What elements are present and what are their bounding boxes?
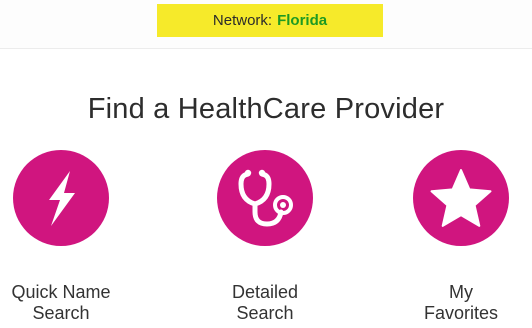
detailed-search-label[interactable]: Detailed Search xyxy=(195,282,335,324)
detailed-search-circle[interactable] xyxy=(217,150,313,246)
my-favorites-label[interactable]: My Favorites xyxy=(391,282,531,324)
my-favorites-button[interactable]: My Favorites xyxy=(391,150,531,324)
lightning-bolt-icon xyxy=(49,171,75,226)
quick-name-search-button[interactable]: Quick Name Search xyxy=(0,150,131,324)
top-bar: Network: Florida xyxy=(0,0,532,49)
quick-name-search-circle[interactable] xyxy=(13,150,109,246)
page: Network: Florida Find a HealthCare Provi… xyxy=(0,0,532,328)
quick-name-search-label[interactable]: Quick Name Search xyxy=(0,282,131,324)
detailed-search-button[interactable]: Detailed Search xyxy=(195,150,335,324)
network-label: Network: xyxy=(212,12,273,29)
page-title: Find a HealthCare Provider xyxy=(87,93,445,125)
stethoscope-icon xyxy=(238,169,293,227)
my-favorites-circle[interactable] xyxy=(413,150,509,246)
star-icon xyxy=(430,169,492,227)
network-badge[interactable]: Network: Florida xyxy=(157,4,383,37)
network-value: Florida xyxy=(277,12,328,29)
